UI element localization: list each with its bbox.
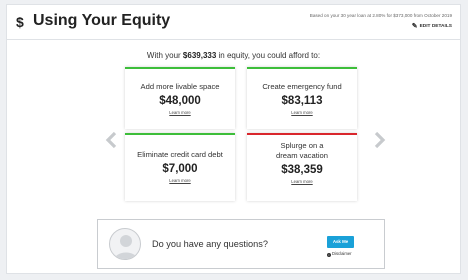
option-tile-livable-space[interactable]: Add more livable space $48,000 Learn mor… [125, 67, 235, 129]
equity-headline: With your $639,333 in equity, you could … [7, 51, 460, 60]
learn-more-link[interactable]: Learn more [125, 178, 235, 183]
equity-card: $ Using Your Equity Based on your 30 yea… [6, 4, 461, 274]
chevron-left-icon[interactable] [105, 132, 117, 148]
disclaimer-label: Disclaimer [332, 251, 352, 256]
tile-accent-bar [125, 67, 235, 69]
ask-me-button[interactable]: Ask Me [327, 236, 354, 248]
headline-suffix: in equity, you could afford to: [216, 51, 321, 60]
info-icon: i [327, 252, 331, 257]
header-divider [7, 39, 460, 40]
tile-amount: $83,113 [281, 95, 323, 107]
chevron-right-icon[interactable] [374, 132, 386, 148]
tile-accent-bar [247, 133, 357, 135]
edit-details-link[interactable]: ✎ EDIT DETAILS [412, 22, 452, 30]
tile-name: Create emergency fund [262, 82, 342, 91]
tile-amount: $7,000 [162, 163, 198, 175]
page-title: Using Your Equity [33, 12, 171, 29]
tile-accent-bar [125, 133, 235, 135]
tile-name: Add more livable space [140, 82, 220, 91]
tile-amount: $48,000 [159, 95, 201, 107]
loan-basis-note: Based on your 30 year loan at 2.80% for … [309, 13, 452, 18]
learn-more-link[interactable]: Learn more [125, 110, 235, 115]
disclaimer-link[interactable]: i Disclaimer [327, 251, 352, 257]
dollar-icon: $ [16, 14, 24, 30]
equity-amount: $639,333 [182, 51, 217, 60]
learn-more-link[interactable]: Learn more [247, 179, 357, 184]
tile-accent-bar [247, 67, 357, 69]
tile-name: Splurge on a dream vacation [276, 141, 328, 160]
tile-amount: $38,359 [281, 164, 323, 176]
question-box: Do you have any questions? Ask Me i Discl… [97, 219, 385, 269]
avatar [109, 228, 141, 260]
person-icon [114, 235, 138, 259]
question-prompt: Do you have any questions? [152, 239, 268, 249]
pencil-icon: ✎ [411, 23, 418, 30]
learn-more-link[interactable]: Learn more [247, 110, 357, 115]
option-tile-dream-vacation[interactable]: Splurge on a dream vacation $38,359 Lear… [247, 133, 357, 201]
tile-name: Eliminate credit card debt [137, 150, 223, 159]
option-tile-emergency-fund[interactable]: Create emergency fund $83,113 Learn more [247, 67, 357, 129]
option-tile-credit-card-debt[interactable]: Eliminate credit card debt $7,000 Learn … [125, 133, 235, 201]
edit-details-label: EDIT DETAILS [419, 24, 452, 29]
card-header: $ Using Your Equity Based on your 30 yea… [7, 5, 460, 39]
headline-prefix: With your [146, 51, 183, 60]
